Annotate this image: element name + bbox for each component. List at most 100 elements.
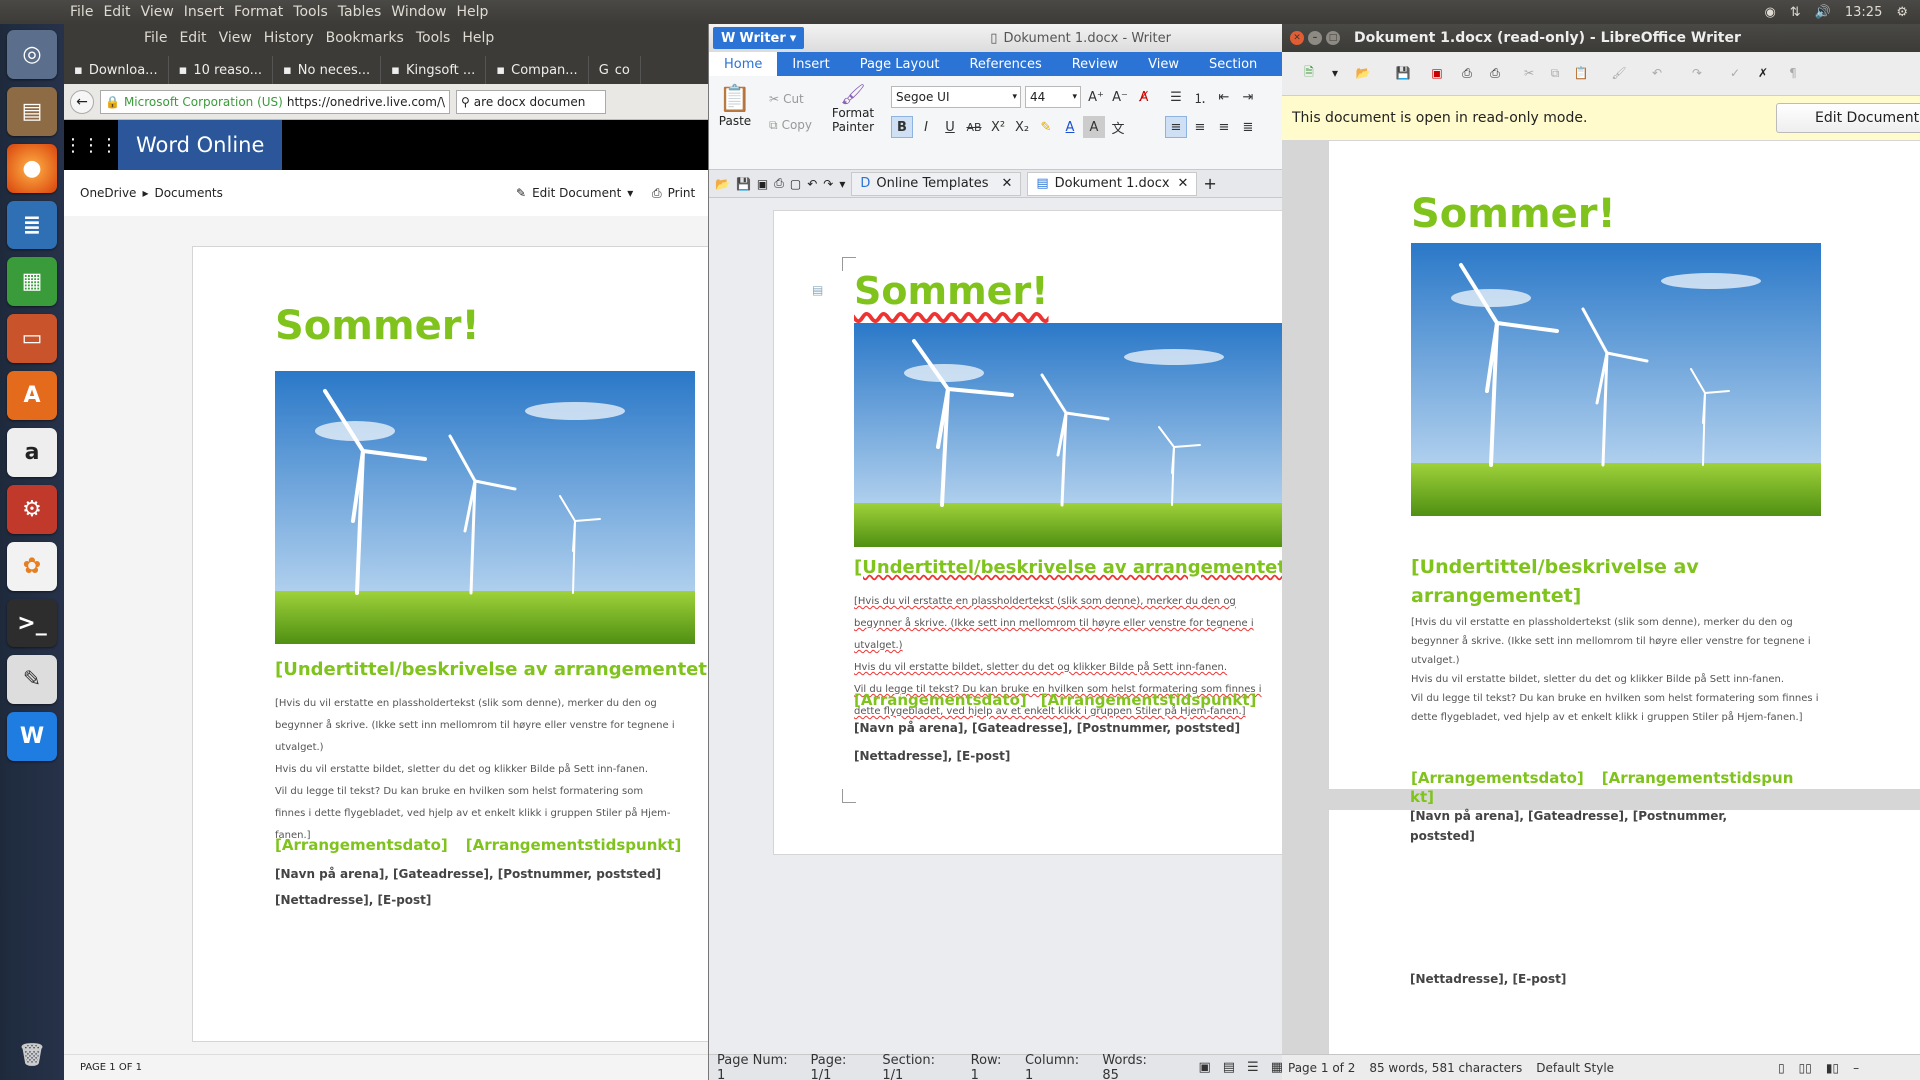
strikethrough-icon[interactable]: AB [963, 116, 985, 138]
wps-tab-references[interactable]: References [954, 52, 1056, 76]
book-view-icon[interactable]: ▮▯ [1826, 1061, 1839, 1075]
paste-icon[interactable]: 📋 [1568, 60, 1594, 86]
formatting-marks-icon[interactable]: ¶ [1780, 60, 1806, 86]
print-icon[interactable]: ⎙ [1454, 60, 1480, 86]
save-icon[interactable]: 💾 [1390, 60, 1416, 86]
trash-icon[interactable]: 🗑 [7, 1031, 57, 1080]
justify-icon[interactable]: ≣ [1237, 116, 1259, 138]
zoom-out-icon[interactable]: – [1853, 1061, 1859, 1075]
undo-icon[interactable]: ↶ [1644, 60, 1670, 86]
text-editor-icon[interactable]: ✎ [7, 655, 57, 705]
wps-tab-insert[interactable]: Insert [777, 52, 844, 76]
outline-view-icon[interactable]: ☰ [1247, 1060, 1259, 1075]
minimize-window-icon[interactable]: – [1308, 31, 1322, 45]
menu-tables[interactable]: Tables [338, 4, 382, 20]
close-icon[interactable]: ✕ [1177, 176, 1188, 191]
wps-writer-icon[interactable]: W [7, 712, 57, 762]
calc-icon[interactable]: ▦ [7, 257, 57, 307]
ff-menu-edit[interactable]: Edit [179, 30, 206, 46]
page-view-icon[interactable]: ▤ [1223, 1060, 1235, 1075]
align-right-icon[interactable]: ≡ [1213, 116, 1235, 138]
amazon-icon[interactable]: a [7, 428, 57, 477]
cut-icon[interactable]: ✂ [1516, 60, 1542, 86]
increase-indent-icon[interactable]: ⇥ [1237, 86, 1259, 108]
print-icon[interactable]: ⎙ [774, 176, 784, 191]
print-button[interactable]: ⎙ Print [652, 186, 695, 201]
tab-online-templates[interactable]: D Online Templates ✕ [851, 171, 1022, 196]
menu-insert[interactable]: Insert [184, 4, 224, 20]
ff-tab[interactable]: ▪ Downloa... [64, 56, 169, 84]
edit-document-button[interactable]: ✎ Edit Document ▾ [516, 186, 633, 200]
wps-tab-view[interactable]: View [1133, 52, 1194, 76]
tab-document[interactable]: ▤ Dokument 1.docx ✕ [1027, 171, 1198, 196]
menu-help[interactable]: Help [457, 4, 489, 20]
menu-window[interactable]: Window [391, 4, 446, 20]
single-page-view-icon[interactable]: ▯ [1778, 1061, 1785, 1075]
clone-formatting-icon[interactable]: 🖌 [1606, 60, 1632, 86]
ff-menu-tools[interactable]: Tools [416, 30, 451, 46]
spellcheck-icon[interactable]: ✓ [1722, 60, 1748, 86]
ubuntu-dash-icon[interactable]: ◎ [7, 30, 57, 79]
phonetic-icon[interactable]: 文 [1107, 116, 1129, 138]
menu-view[interactable]: View [141, 4, 174, 20]
app-launcher-icon[interactable]: ⋮⋮⋮ [64, 120, 118, 170]
highlight-icon[interactable]: ✎ [1035, 116, 1057, 138]
wps-tab-page-layout[interactable]: Page Layout [845, 52, 955, 76]
word-online-title[interactable]: Word Online [118, 120, 283, 170]
chevron-down-icon[interactable]: ▾ [1322, 60, 1348, 86]
undo-icon[interactable]: ↶ [807, 177, 817, 191]
format-painter-button[interactable]: 🖌 Format Painter [827, 82, 879, 134]
save-icon[interactable]: 💾 [736, 177, 751, 191]
copy-icon[interactable]: ⧉ [1542, 60, 1568, 86]
copy-button[interactable]: ⧉ Copy [769, 118, 812, 133]
redo-icon[interactable]: ↷ [823, 177, 833, 191]
new-tab-icon[interactable]: + [1203, 174, 1216, 193]
char-shading-icon[interactable]: A [1083, 116, 1105, 138]
menu-file[interactable]: File [70, 4, 93, 20]
new-document-icon[interactable]: 🗎 [1296, 60, 1322, 86]
wps-tab-section[interactable]: Section [1194, 52, 1272, 76]
menu-tools[interactable]: Tools [293, 4, 328, 20]
clock[interactable]: 13:25 [1845, 5, 1882, 20]
power-icon[interactable]: ⚙ [1896, 5, 1908, 20]
wps-tab-review[interactable]: Review [1057, 52, 1133, 76]
paste-button[interactable]: 📋 Paste [717, 84, 753, 128]
chrome-icon[interactable]: ◉ [1764, 5, 1775, 20]
font-color-icon[interactable]: A [1059, 116, 1081, 138]
view-mode-icon[interactable]: ▣ [1198, 1060, 1210, 1075]
firefox-icon[interactable]: ● [7, 143, 57, 193]
underline-icon[interactable]: U [939, 116, 961, 138]
ff-menu-file[interactable]: File [144, 30, 167, 46]
web-view-icon[interactable]: ▦ [1271, 1060, 1282, 1075]
ff-tab[interactable]: Gco [589, 56, 641, 84]
export-pdf-icon[interactable]: ▣ [757, 177, 768, 191]
grow-font-icon[interactable]: A⁺ [1085, 86, 1107, 108]
autospell-icon[interactable]: ✗ [1750, 60, 1776, 86]
back-button[interactable]: ← [70, 89, 94, 114]
decrease-indent-icon[interactable]: ⇤ [1213, 86, 1235, 108]
multi-page-view-icon[interactable]: ▯▯ [1799, 1061, 1812, 1075]
bold-icon[interactable]: B [891, 116, 913, 138]
align-left-icon[interactable]: ≡ [1165, 116, 1187, 138]
search-input[interactable]: ⚲ are docx documen [456, 89, 606, 114]
paragraph-options-icon[interactable]: ▤ [812, 283, 823, 297]
ff-tab[interactable]: ▪ Compan... [486, 56, 589, 84]
shrink-font-icon[interactable]: A⁻ [1109, 86, 1131, 108]
software-center-icon[interactable]: A [7, 371, 57, 421]
ff-menu-history[interactable]: History [264, 30, 314, 46]
bullet-list-icon[interactable]: ☰ [1165, 86, 1187, 108]
system-settings-icon[interactable]: ⚙ [7, 484, 57, 534]
ff-menu-bookmarks[interactable]: Bookmarks [326, 30, 404, 46]
open-icon[interactable]: 📂 [715, 177, 730, 191]
clear-format-icon[interactable]: A̸ [1133, 86, 1155, 108]
chevron-down-icon[interactable]: ▾ [839, 177, 845, 191]
writer-icon[interactable]: ≣ [7, 200, 57, 250]
edit-document-button[interactable]: Edit Document [1776, 103, 1920, 133]
superscript-icon[interactable]: X² [987, 116, 1009, 138]
font-name-select[interactable]: Segoe UI ▾ [891, 86, 1021, 108]
terminal-icon[interactable]: >_ [7, 598, 57, 648]
maximize-window-icon[interactable]: □ [1326, 31, 1340, 45]
cut-button[interactable]: ✂ Cut [769, 92, 804, 106]
photo-app-icon[interactable]: ✿ [7, 541, 57, 591]
breadcrumb-documents[interactable]: Documents [154, 186, 222, 200]
